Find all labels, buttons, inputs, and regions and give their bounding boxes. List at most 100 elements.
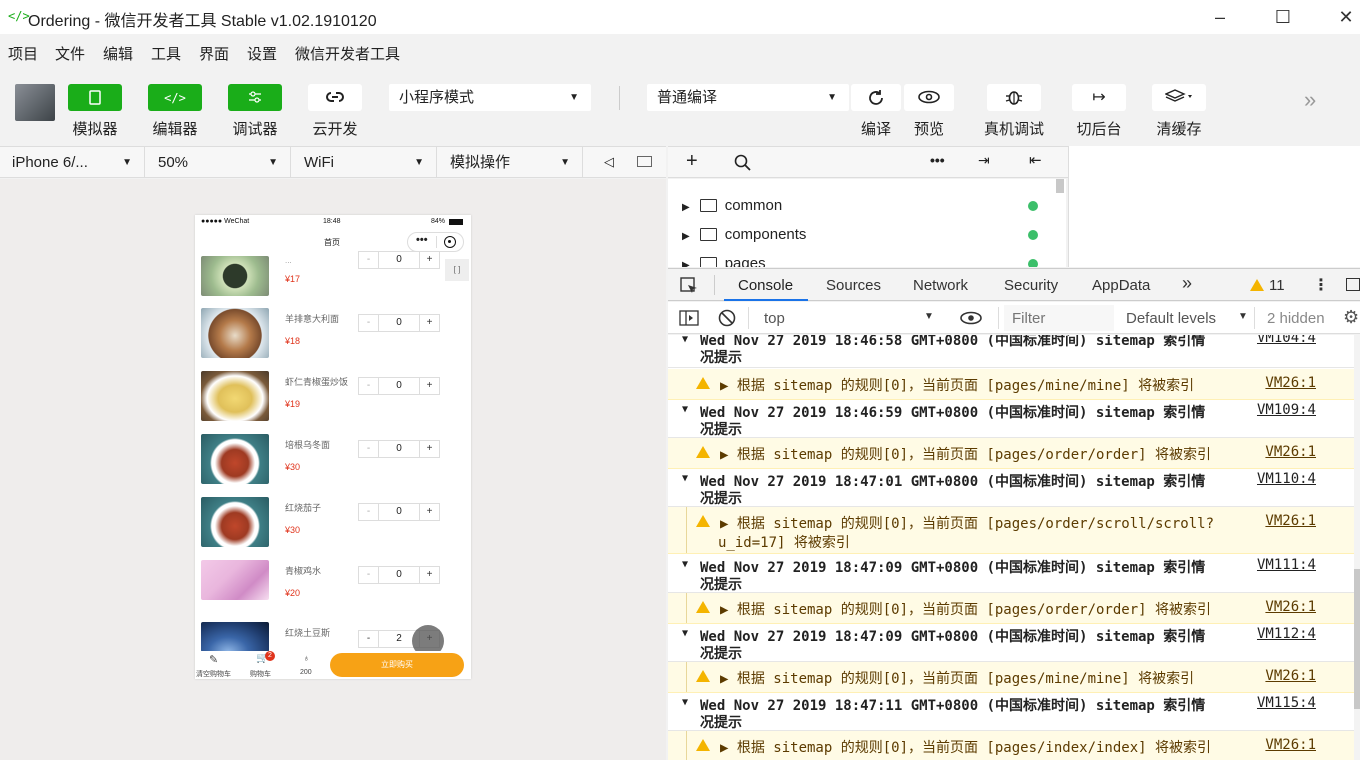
quantity-stepper[interactable]: - 0 + — [358, 503, 440, 521]
menu-item-tools[interactable]: 工具 — [151, 43, 181, 64]
clear-cart-label[interactable]: 清空购物车 — [196, 669, 231, 679]
minus-button[interactable]: - — [359, 252, 379, 268]
more-dots-icon[interactable]: ••• — [416, 234, 428, 246]
clear-console-icon[interactable] — [718, 309, 736, 327]
scrollbar-thumb[interactable] — [1354, 569, 1360, 709]
minus-button[interactable]: - — [359, 378, 379, 394]
cloud-button[interactable] — [308, 84, 362, 111]
editor-button[interactable]: </> — [148, 84, 202, 111]
compile-button[interactable] — [851, 84, 901, 111]
inspect-icon[interactable] — [680, 277, 698, 295]
preview-button[interactable] — [904, 84, 954, 111]
console-log-row[interactable]: ▼ Wed Nov 27 2019 18:46:59 GMT+0800 (中国标… — [668, 401, 1354, 438]
minus-button[interactable]: - — [359, 441, 379, 457]
close-button[interactable]: ✕ — [1331, 4, 1360, 30]
source-link[interactable]: VM26:1 — [1265, 599, 1316, 615]
console-warn-row[interactable]: ▶ 根据 sitemap 的规则[0]，当前页面 [pages/mine/min… — [668, 662, 1354, 693]
minus-button[interactable]: - — [359, 315, 379, 331]
source-link[interactable]: VM110:4 — [1257, 471, 1316, 487]
console-warn-row[interactable]: ▶ 根据 sitemap 的规则[0]，当前页面 [pages/mine/min… — [668, 369, 1354, 400]
buy-now-button[interactable]: 立即购买 — [330, 653, 464, 677]
tab-sources[interactable]: Sources — [826, 277, 881, 294]
console-log-row[interactable]: ▼ Wed Nov 27 2019 18:47:11 GMT+0800 (中国标… — [668, 694, 1354, 731]
source-link[interactable]: VM26:1 — [1265, 513, 1316, 529]
context-select[interactable]: top ▼ — [756, 305, 942, 331]
plus-button[interactable]: + — [419, 378, 439, 394]
toolbar-more-icon[interactable]: » — [1304, 87, 1316, 113]
clear-cache-button[interactable] — [1152, 84, 1206, 111]
add-icon[interactable]: + — [686, 150, 698, 173]
dock-icon[interactable] — [1346, 278, 1360, 291]
filter-input[interactable] — [1004, 305, 1114, 331]
minus-button[interactable]: - — [359, 631, 379, 647]
zoom-select[interactable]: 50% ▼ — [146, 147, 291, 178]
tab-appdata[interactable]: AppData — [1092, 277, 1150, 294]
tab-network[interactable]: Network — [913, 277, 968, 294]
menu-item-file[interactable]: 文件 — [55, 43, 85, 64]
menu-item-project[interactable]: 项目 — [8, 43, 38, 64]
collapse-all-icon[interactable]: ⇥ — [978, 152, 990, 169]
log-levels-select[interactable]: Default levels ▼ — [1118, 305, 1248, 331]
simulator-button[interactable] — [68, 84, 122, 111]
tab-security[interactable]: Security — [1004, 277, 1058, 294]
mode-select[interactable]: 小程序模式 ▼ — [389, 84, 591, 111]
tab-console[interactable]: Console — [738, 277, 793, 294]
warning-count[interactable]: 11 — [1269, 277, 1285, 294]
background-button[interactable]: ↦ — [1072, 84, 1126, 111]
source-link[interactable]: VM104:4 — [1257, 335, 1316, 346]
menu-item-wechat-devtools[interactable]: 微信开发者工具 — [295, 43, 400, 64]
hide-panel-icon[interactable]: ⇤ — [1029, 151, 1042, 169]
window-icon[interactable] — [637, 156, 652, 167]
menu-item-settings[interactable]: 设置 — [247, 43, 277, 64]
compile-mode-select[interactable]: 普通编译 ▼ — [647, 84, 849, 111]
close-circle-icon[interactable] — [444, 236, 456, 248]
console-log-row[interactable]: ▼ Wed Nov 27 2019 18:47:01 GMT+0800 (中国标… — [668, 470, 1354, 507]
quantity-stepper[interactable]: - 0 + — [358, 440, 440, 458]
caret-down-icon[interactable]: ▼ — [682, 559, 688, 570]
source-link[interactable]: VM111:4 — [1257, 557, 1316, 573]
quantity-stepper[interactable]: - 0 + — [358, 314, 440, 332]
console-log-row[interactable]: ▼ Wed Nov 27 2019 18:46:58 GMT+0800 (中国标… — [668, 335, 1354, 368]
avatar[interactable] — [15, 84, 55, 121]
search-icon[interactable] — [734, 154, 751, 171]
source-link[interactable]: VM26:1 — [1265, 444, 1316, 460]
more-options-icon[interactable]: ••• — [930, 152, 945, 168]
plus-button[interactable]: + — [419, 567, 439, 583]
simulate-select[interactable]: 模拟操作 ▼ — [438, 147, 583, 178]
cart-label[interactable]: 购物车 — [250, 669, 271, 679]
minus-button[interactable]: - — [359, 504, 379, 520]
tree-item-pages[interactable]: ▶ pages — [682, 253, 766, 267]
network-select[interactable]: WiFi ▼ — [292, 147, 437, 178]
plus-button[interactable]: + — [419, 441, 439, 457]
plus-button[interactable]: + — [419, 504, 439, 520]
caret-down-icon[interactable]: ▼ — [682, 697, 688, 708]
quantity-stepper[interactable]: - 0 + — [358, 377, 440, 395]
console-warn-row[interactable]: ▶ 根据 sitemap 的规则[0]，当前页面 [pages/order/sc… — [668, 507, 1354, 554]
console-warn-row[interactable]: ▶ 根据 sitemap 的规则[0]，当前页面 [pages/order/or… — [668, 593, 1354, 624]
source-link[interactable]: VM26:1 — [1265, 668, 1316, 684]
scroll-handle[interactable]: [ ] — [445, 259, 469, 281]
minus-button[interactable]: - — [359, 567, 379, 583]
eye-icon[interactable] — [960, 311, 982, 325]
broom-icon[interactable]: ✎ — [209, 653, 218, 666]
menu-item-edit[interactable]: 编辑 — [103, 43, 133, 64]
source-link[interactable]: VM115:4 — [1257, 695, 1316, 711]
console-log-row[interactable]: ▼ Wed Nov 27 2019 18:47:09 GMT+0800 (中国标… — [668, 625, 1354, 662]
kebab-menu-icon[interactable]: ⋮ — [1313, 275, 1329, 295]
console-scrollbar[interactable] — [1354, 335, 1360, 760]
more-tabs-icon[interactable]: » — [1182, 273, 1192, 294]
caret-down-icon[interactable]: ▼ — [682, 473, 688, 484]
caret-down-icon[interactable]: ▼ — [682, 335, 688, 345]
tree-scrollbar[interactable] — [1056, 179, 1064, 193]
menu-item-view[interactable]: 界面 — [199, 43, 229, 64]
maximize-button[interactable]: ☐ — [1268, 4, 1298, 30]
source-link[interactable]: VM109:4 — [1257, 402, 1316, 418]
tree-item-components[interactable]: ▶ components — [682, 224, 806, 246]
quantity-stepper[interactable]: - 0 + — [358, 566, 440, 584]
source-link[interactable]: VM26:1 — [1265, 375, 1316, 391]
sidebar-toggle-icon[interactable] — [679, 310, 699, 326]
plus-button[interactable]: + — [419, 252, 439, 268]
console-warn-row[interactable]: ▶ 根据 sitemap 的规则[0]，当前页面 [pages/order/or… — [668, 438, 1354, 469]
minimize-button[interactable]: – — [1205, 4, 1235, 30]
source-link[interactable]: VM26:1 — [1265, 737, 1316, 753]
